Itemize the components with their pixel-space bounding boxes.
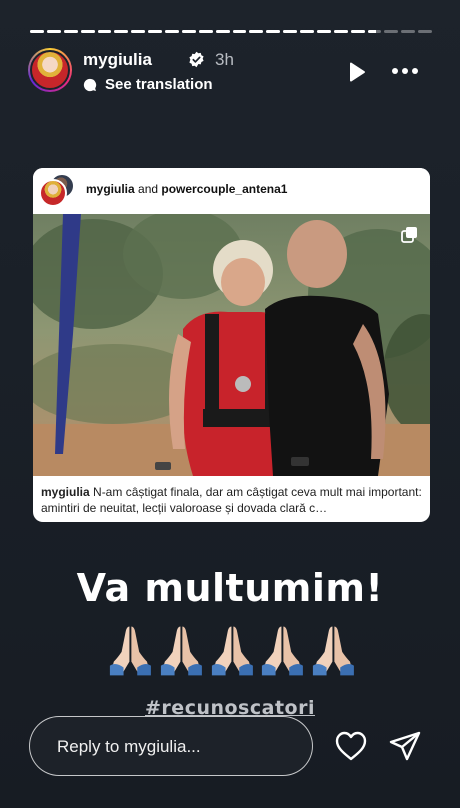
- post-caption: mygiulia N-am câștigat finala, dar am câ…: [41, 484, 425, 516]
- author-avatar: [39, 179, 67, 207]
- verified-badge-icon: [189, 51, 204, 68]
- progress-segment: [181, 30, 196, 33]
- shared-post-header: mygiulia and powercouple_antena1: [33, 168, 430, 212]
- progress-segment: [165, 30, 179, 33]
- play-icon[interactable]: [344, 60, 368, 84]
- post-author-1: mygiulia: [86, 182, 135, 196]
- progress-segment: [401, 30, 416, 33]
- caption-username: mygiulia: [41, 485, 90, 499]
- progress-segment: [198, 30, 213, 33]
- progress-segment: [316, 30, 331, 33]
- progress-segment: [63, 30, 78, 33]
- progress-segment: [232, 30, 247, 33]
- praying-hands-icon: 🙏🏼: [262, 626, 304, 676]
- progress-segment: [266, 30, 281, 33]
- story-header: mygiulia 3h See translation: [28, 48, 432, 96]
- progress-segment: [215, 30, 230, 33]
- praying-hands-emojis: 🙏🏼🙏🏼🙏🏼🙏🏼🙏🏼: [106, 622, 358, 678]
- praying-hands-icon: 🙏🏼: [313, 626, 355, 676]
- progress-segment: [300, 30, 314, 33]
- see-translation-button[interactable]: See translation: [83, 76, 213, 93]
- praying-hands-icon: 🙏🏼: [211, 626, 253, 676]
- post-time: 3h: [215, 50, 234, 69]
- caption-text: N-am câștigat finala, dar am câștigat ce…: [41, 485, 422, 515]
- see-translation-label: See translation: [105, 76, 213, 93]
- post-authors: mygiulia and powercouple_antena1: [86, 182, 287, 196]
- progress-segment: [283, 30, 297, 33]
- story-viewer: mygiulia 3h See translation mygiulia and…: [0, 0, 460, 808]
- praying-hands-icon: 🙏🏼: [160, 626, 202, 676]
- progress-segment: [97, 30, 112, 33]
- username[interactable]: mygiulia: [83, 50, 152, 70]
- progress-segment: [30, 30, 44, 33]
- profile-avatar[interactable]: [28, 48, 72, 92]
- shared-post-card[interactable]: mygiulia and powercouple_antena1 mygiuli…: [33, 168, 430, 522]
- praying-hands-icon: 🙏🏼: [109, 626, 151, 676]
- heart-icon[interactable]: [334, 730, 368, 762]
- progress-segment: [418, 30, 432, 33]
- reply-input[interactable]: Reply to mygiulia...: [29, 716, 313, 776]
- post-authors-and: and: [134, 182, 162, 196]
- progress-segment: [46, 30, 61, 33]
- progress-segment: [114, 30, 129, 33]
- progress-segment: [249, 30, 264, 33]
- progress-segment: [367, 30, 382, 33]
- post-photo: [33, 214, 430, 476]
- progress-segment: [131, 30, 146, 33]
- progress-segment: [80, 30, 95, 33]
- progress-segment: [350, 30, 365, 33]
- story-progress-bar: [30, 30, 432, 34]
- send-icon[interactable]: [388, 730, 422, 762]
- couple-photo: [33, 214, 430, 476]
- thanks-text: Va multumim!: [76, 566, 384, 610]
- progress-segment: [384, 30, 399, 33]
- reply-placeholder: Reply to mygiulia...: [57, 737, 201, 756]
- multiple-photos-icon: [401, 227, 417, 243]
- post-author-2: powercouple_antena1: [161, 182, 288, 196]
- progress-segment: [148, 30, 162, 33]
- progress-segment: [333, 30, 348, 33]
- more-options-icon[interactable]: [390, 64, 420, 78]
- translation-bubble-icon: [83, 78, 97, 91]
